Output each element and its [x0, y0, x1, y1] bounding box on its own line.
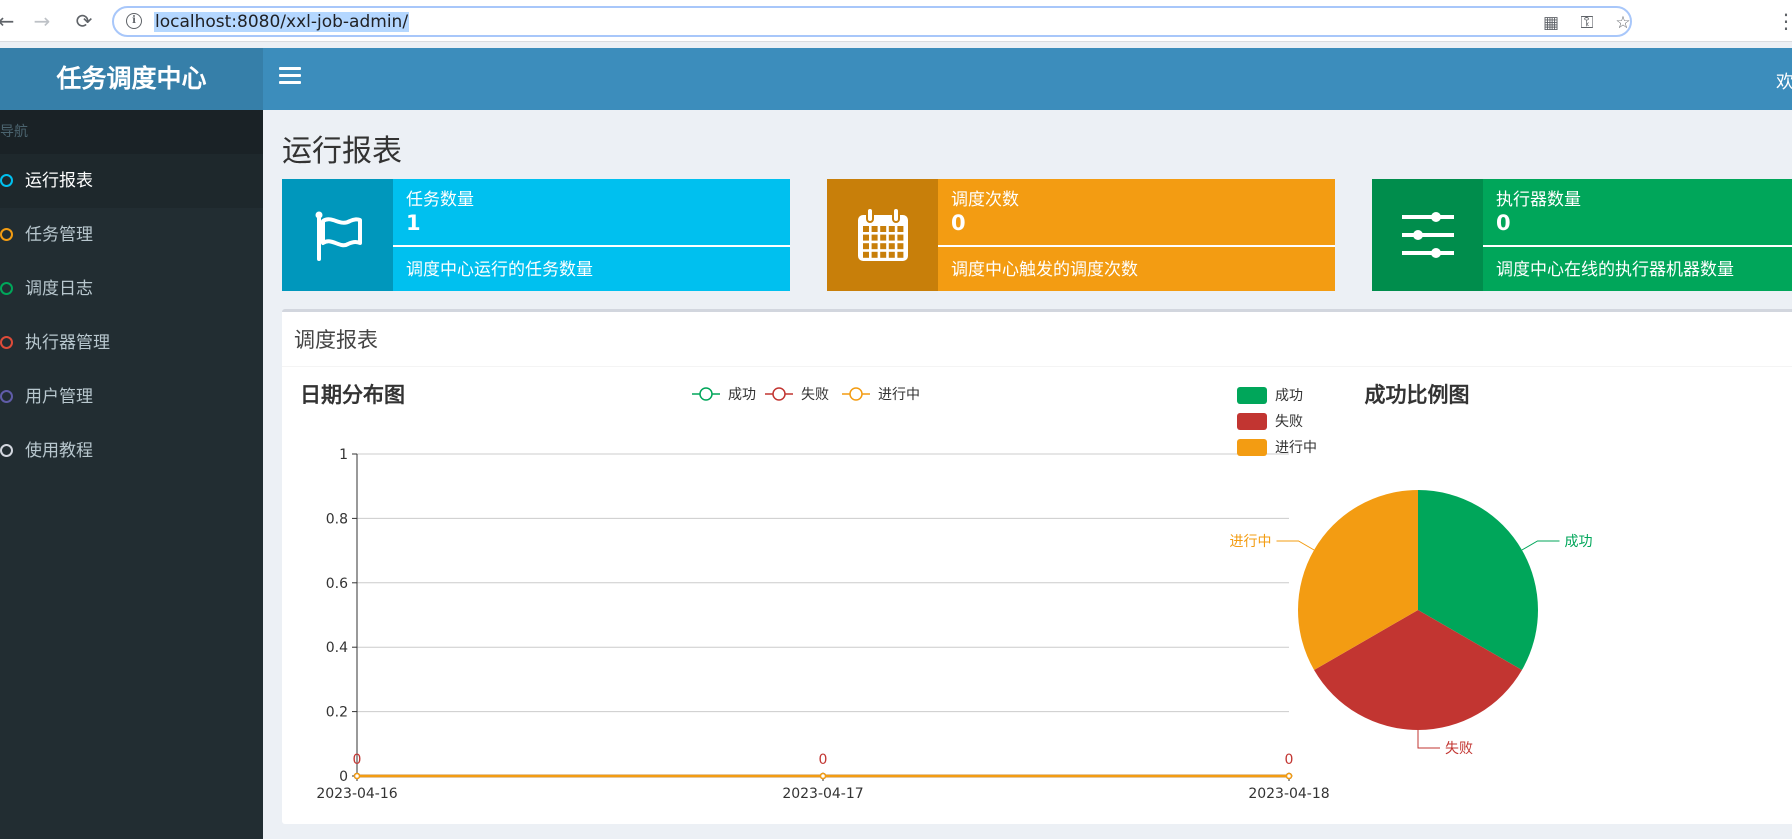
sliders-icon: [1372, 179, 1483, 291]
reload-icon[interactable]: ⟳: [72, 9, 96, 33]
sidebar-item[interactable]: 使用教程: [0, 424, 263, 478]
x-tick-label: 2023-04-18: [1248, 786, 1329, 802]
page-title: 运行报表: [282, 134, 402, 169]
charts-area: 日期分布图 成功 失败 进行中00.20.40.60.812023-04-16 2023…: [300, 383, 1593, 802]
pie-label-line: [1276, 540, 1315, 551]
x-tick-label: 2023-04-16: [316, 786, 397, 802]
forward-arrow-icon[interactable]: →: [30, 9, 54, 33]
sidebar-item-label: 用户管理: [25, 387, 93, 407]
info-box-desc: 调度中心运行的任务数量: [406, 260, 593, 280]
data-label: 0: [819, 752, 828, 768]
circle-icon: [0, 228, 13, 241]
legend-marker: [772, 387, 786, 401]
url-text[interactable]: localhost:8080/xxl-job-admin/: [154, 12, 410, 32]
circle-icon: [0, 174, 13, 187]
circle-icon: [0, 390, 13, 403]
info-box-label: 调度次数: [951, 190, 1019, 210]
data-point: [353, 772, 361, 780]
pie-label-line: [1417, 730, 1440, 749]
back-arrow-icon[interactable]: ←: [0, 9, 18, 33]
info-box-number: 0: [951, 211, 966, 235]
info-box: 调度次数 0 调度中心触发的调度次数: [827, 179, 1335, 291]
sidebar-item[interactable]: 运行报表: [0, 154, 263, 208]
main-header: 任务调度中心 欢: [0, 48, 1792, 110]
info-box-desc: 调度中心在线的执行器机器数量: [1496, 260, 1734, 280]
calendar-icon: [827, 179, 938, 291]
info-box-desc: 调度中心触发的调度次数: [951, 260, 1138, 280]
flag-icon: [282, 179, 393, 291]
pie-legend-swatch: [1237, 439, 1267, 456]
pie-legend-swatch: [1237, 413, 1267, 430]
sidebar-item-label: 运行报表: [25, 171, 93, 191]
info-box-body: 调度次数 0 调度中心触发的调度次数: [938, 179, 1335, 291]
x-tick-label: 2023-04-17: [782, 786, 863, 802]
sidebar-toggle-icon[interactable]: [279, 67, 301, 89]
welcome-text[interactable]: 欢: [1776, 68, 1792, 94]
sidebar-item-label: 任务管理: [25, 225, 93, 245]
legend-label: 成功: [728, 387, 756, 403]
y-tick-label: 0: [339, 769, 348, 785]
extensions-icon[interactable]: ⋮: [1774, 9, 1792, 33]
pie-label: 失败: [1445, 741, 1473, 757]
divider: [282, 366, 1792, 367]
sidebar-item[interactable]: 用户管理: [0, 370, 263, 424]
info-box: 执行器数量 0 调度中心在线的执行器机器数量: [1372, 179, 1792, 291]
circle-icon: [0, 336, 13, 349]
data-label: 0: [1285, 752, 1294, 768]
qr-code-icon[interactable]: ▦: [1540, 12, 1562, 34]
pie-legend-swatch: [1237, 387, 1267, 404]
legend-label: 进行中: [878, 387, 920, 403]
pie-chart-title: 成功比例图: [1365, 383, 1470, 407]
info-box-label: 任务数量: [406, 190, 474, 210]
y-tick-label: 0.4: [326, 640, 348, 656]
sidebar-item[interactable]: 调度日志: [0, 262, 263, 316]
sidebar-section-label: 导航: [0, 110, 263, 154]
sidebar-item-label: 执行器管理: [25, 333, 110, 353]
pie-label: 进行中: [1229, 534, 1271, 550]
data-point: [1285, 772, 1293, 780]
legend-marker: [699, 387, 713, 401]
report-title: 调度报表: [294, 328, 378, 352]
report-panel: 调度报表 日期分布图 成功 失败 进行中 0 0.2 0.4 0.6 0.8 1 2023-04-1…: [282, 309, 1792, 824]
y-tick-label: 0.2: [326, 705, 348, 721]
info-box-number: 0: [1496, 211, 1511, 235]
circle-icon: [0, 282, 13, 295]
sidebar-item-label: 调度日志: [25, 279, 93, 299]
sidebar-item[interactable]: 执行器管理: [0, 316, 263, 370]
sidebar-item-label: 使用教程: [25, 441, 93, 461]
data-point: [819, 772, 827, 780]
pie-legend-label: 成功: [1275, 388, 1303, 404]
pie-legend-label: 失败: [1275, 414, 1303, 430]
info-box-label: 执行器数量: [1496, 190, 1581, 210]
info-box-progress: [1483, 245, 1792, 247]
info-box-body: 执行器数量 0 调度中心在线的执行器机器数量: [1483, 179, 1792, 291]
sidebar: 导航 运行报表任务管理调度日志执行器管理用户管理使用教程: [0, 110, 263, 839]
line-chart-title: 日期分布图: [300, 383, 405, 407]
sidebar-item[interactable]: 任务管理: [0, 208, 263, 262]
site-info-icon[interactable]: i: [126, 13, 142, 29]
pie-legend-label: 进行中: [1275, 440, 1317, 456]
address-bar[interactable]: i localhost:8080/xxl-job-admin/ ▦ ⚿ ☆: [112, 6, 1632, 37]
y-tick-label: 1: [339, 447, 348, 463]
legend-marker: [849, 387, 863, 401]
info-box-progress: [938, 245, 1335, 247]
key-icon[interactable]: ⚿: [1576, 12, 1598, 34]
app-logo[interactable]: 任务调度中心: [0, 48, 263, 110]
sidebar-menu: 运行报表任务管理调度日志执行器管理用户管理使用教程: [0, 154, 263, 478]
legend-label: 失败: [801, 387, 829, 403]
info-box-body: 任务数量 1 调度中心运行的任务数量: [393, 179, 790, 291]
circle-icon: [0, 444, 13, 457]
pie-label-line: [1521, 540, 1560, 551]
y-tick-label: 0.8: [326, 511, 348, 527]
info-box: 任务数量 1 调度中心运行的任务数量: [282, 179, 790, 291]
star-icon[interactable]: ☆: [1612, 12, 1634, 34]
data-label: 0: [353, 752, 362, 768]
info-box-number: 1: [406, 211, 421, 235]
y-tick-label: 0.6: [326, 576, 348, 592]
pie-label: 成功: [1565, 534, 1593, 550]
info-box-progress: [393, 245, 790, 247]
browser-toolbar: ← → ⟳ i localhost:8080/xxl-job-admin/ ▦ …: [0, 0, 1792, 42]
